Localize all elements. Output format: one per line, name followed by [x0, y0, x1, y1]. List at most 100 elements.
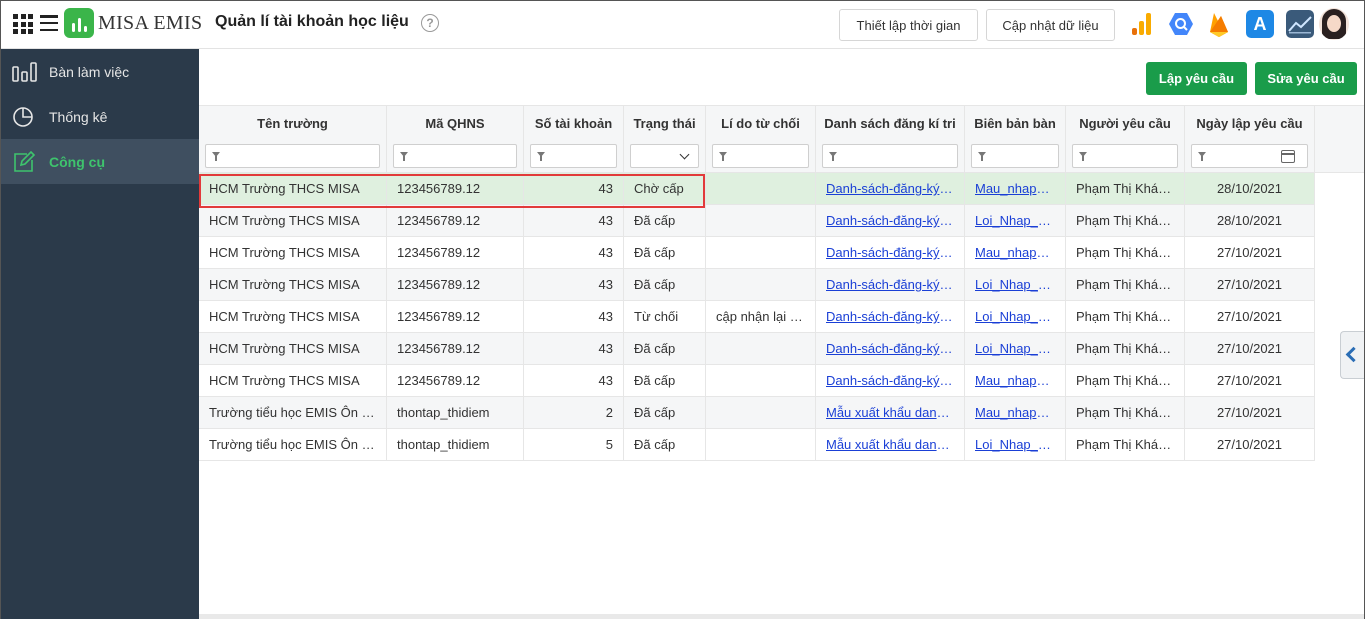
cell-requester: Phạm Thị Khánh Linh	[1066, 429, 1185, 460]
trend-chart-icon[interactable]	[1286, 10, 1314, 38]
cell-date: 27/10/2021	[1185, 237, 1315, 268]
table-row[interactable]: HCM Trường THCS MISA 123456789.12 43 Từ chố…	[199, 301, 1315, 333]
edit-request-button[interactable]: Sửa yêu cầu	[1255, 62, 1357, 95]
table-row[interactable]: HCM Trường THCS MISA 123456789.12 43 Đã cấp…	[199, 333, 1315, 365]
filter-minutes-input[interactable]	[971, 144, 1059, 168]
cell-date: 27/10/2021	[1185, 269, 1315, 300]
filter-icon	[400, 152, 408, 161]
app-logo[interactable]: MISA EMIS	[64, 8, 202, 38]
cell-accounts: 43	[524, 333, 624, 364]
chevron-left-icon	[1345, 346, 1362, 363]
cell-code: 123456789.12	[387, 301, 524, 332]
cell-school: Trường tiểu học EMIS Ôn tập	[199, 429, 387, 460]
firebase-icon[interactable]	[1205, 10, 1233, 38]
cell-minutes-link[interactable]: Loi_Nhap_bien_ban	[965, 333, 1066, 364]
horizontal-scrollbar[interactable]	[199, 614, 1364, 619]
column-requester: Người yêu cầu	[1066, 106, 1185, 174]
request-table: Tên trường Mã QHNS Số tài khoản Trạng th…	[199, 105, 1364, 461]
cell-code: 123456789.12	[387, 237, 524, 268]
column-header: Trạng thái	[633, 116, 696, 131]
filter-reason-input[interactable]	[712, 144, 809, 168]
cell-list-link[interactable]: Danh-sách-đăng-ký-tài-khoản	[816, 301, 965, 332]
cell-reason	[706, 397, 816, 428]
sidebar-item-tools[interactable]: Công cụ	[1, 139, 199, 184]
table-row[interactable]: Trường tiểu học EMIS Ôn tập thontap_thidi…	[199, 429, 1315, 461]
filter-icon	[719, 152, 727, 161]
cell-reason	[706, 205, 816, 236]
filter-status-select[interactable]	[630, 144, 699, 168]
cell-accounts: 43	[524, 269, 624, 300]
cell-list-link[interactable]: Danh-sách-đăng-ký-tài-khoản	[816, 205, 965, 236]
filter-icon	[1198, 152, 1206, 161]
filter-code-input[interactable]	[393, 144, 517, 168]
cell-minutes-link[interactable]: Loi_Nhap_bien_ban	[965, 269, 1066, 300]
bigquery-icon[interactable]	[1167, 10, 1195, 38]
cell-date: 28/10/2021	[1185, 205, 1315, 236]
apps-grid-icon[interactable]	[13, 14, 33, 34]
hamburger-menu-icon[interactable]	[40, 15, 58, 31]
table-row[interactable]: Trường tiểu học EMIS Ôn tập thontap_thidi…	[199, 397, 1315, 429]
cell-status: Chờ cấp	[624, 173, 706, 204]
update-data-button[interactable]: Cập nhật dữ liệu	[986, 9, 1115, 41]
cell-accounts: 43	[524, 173, 624, 204]
cell-requester: Phạm Thị Khánh Linh	[1066, 333, 1185, 364]
cell-minutes-link[interactable]: Mau_nhap_bien_ban	[965, 397, 1066, 428]
collapse-panel-tab[interactable]	[1340, 331, 1364, 379]
cell-list-link[interactable]: Danh-sách-đăng-ký-tài-khoản	[816, 269, 965, 300]
table-body: HCM Trường THCS MISA 123456789.12 43 Chờ cấ…	[199, 173, 1364, 461]
column-header: Mã QHNS	[425, 116, 485, 131]
cell-code: thontap_thidiem	[387, 429, 524, 460]
time-setup-button[interactable]: Thiết lập thời gian	[839, 9, 978, 41]
filter-requester-input[interactable]	[1072, 144, 1178, 168]
analytics-icon[interactable]	[1127, 10, 1155, 38]
cell-minutes-link[interactable]: Loi_Nhap_bien_ban	[965, 429, 1066, 460]
table-row[interactable]: HCM Trường THCS MISA 123456789.12 43 Đã cấp…	[199, 237, 1315, 269]
column-reason: Lí do từ chối	[706, 106, 816, 174]
cell-reason	[706, 269, 816, 300]
filter-icon	[537, 152, 545, 161]
table-row[interactable]: HCM Trường THCS MISA 123456789.12 43 Đã cấp…	[199, 269, 1315, 301]
column-header: Số tài khoản	[534, 116, 613, 131]
cell-list-link[interactable]: Danh-sách-đăng-ký-tài-khoản	[816, 173, 965, 204]
cell-school: Trường tiểu học EMIS Ôn tập	[199, 397, 387, 428]
table-row[interactable]: HCM Trường THCS MISA 123456789.12 43 Đã cấp…	[199, 365, 1315, 397]
filter-register-list-input[interactable]	[822, 144, 958, 168]
create-request-button[interactable]: Lập yêu cầu	[1146, 62, 1247, 95]
cell-requester: Phạm Thị Khánh Linh	[1066, 237, 1185, 268]
cell-minutes-link[interactable]: Mau_nhap_bien_ban	[965, 237, 1066, 268]
cell-minutes-link[interactable]: Mau_nhap_bien_ban	[965, 173, 1066, 204]
sidebar-item-dashboard[interactable]: Bàn làm việc	[1, 49, 199, 94]
cell-minutes-link[interactable]: Loi_Nhap_bien_ban	[965, 205, 1066, 236]
cell-list-link[interactable]: Mẫu xuất khẩu danh sách	[816, 429, 965, 460]
user-avatar[interactable]	[1319, 8, 1349, 40]
cell-date: 27/10/2021	[1185, 397, 1315, 428]
app-store-icon[interactable]: A	[1246, 10, 1274, 38]
sidebar-item-statistics[interactable]: Thống kê	[1, 94, 199, 139]
help-icon[interactable]: ?	[421, 14, 439, 32]
cell-list-link[interactable]: Danh-sách-đăng-ký-tài-khoản	[816, 333, 965, 364]
table-row[interactable]: HCM Trường THCS MISA 123456789.12 43 Đã cấp…	[199, 205, 1315, 237]
cell-list-link[interactable]: Danh-sách-đăng-ký-tài-khoản	[816, 237, 965, 268]
cell-status: Đã cấp	[624, 429, 706, 460]
calendar-icon[interactable]	[1281, 150, 1295, 163]
cell-code: 123456789.12	[387, 365, 524, 396]
column-header: Tên trường	[257, 116, 328, 131]
cell-code: 123456789.12	[387, 269, 524, 300]
cell-list-link[interactable]: Danh-sách-đăng-ký-tài-khoản	[816, 365, 965, 396]
cell-minutes-link[interactable]: Loi_Nhap_bien_ban	[965, 301, 1066, 332]
cell-accounts: 43	[524, 237, 624, 268]
filter-accounts-input[interactable]	[530, 144, 617, 168]
cell-minutes-link[interactable]: Mau_nhap_bien_ban	[965, 365, 1066, 396]
top-bar: MISA EMIS Quản lí tài khoản học liệu ? T…	[1, 1, 1364, 49]
cell-list-link[interactable]: Mẫu xuất khẩu danh sách	[816, 397, 965, 428]
table-row[interactable]: HCM Trường THCS MISA 123456789.12 43 Chờ cấ…	[199, 173, 1315, 205]
cell-requester: Phạm Thị Khánh Linh	[1066, 365, 1185, 396]
cell-school: HCM Trường THCS MISA	[199, 237, 387, 268]
cell-school: HCM Trường THCS MISA	[199, 205, 387, 236]
cell-requester: Phạm Thị Khánh Linh	[1066, 205, 1185, 236]
cell-date: 28/10/2021	[1185, 173, 1315, 204]
filter-date-picker[interactable]	[1191, 144, 1308, 168]
filter-school-input[interactable]	[205, 144, 380, 168]
cell-requester: Phạm Thị Khánh Linh	[1066, 269, 1185, 300]
column-register-list: Danh sách đăng kí tri	[816, 106, 965, 174]
